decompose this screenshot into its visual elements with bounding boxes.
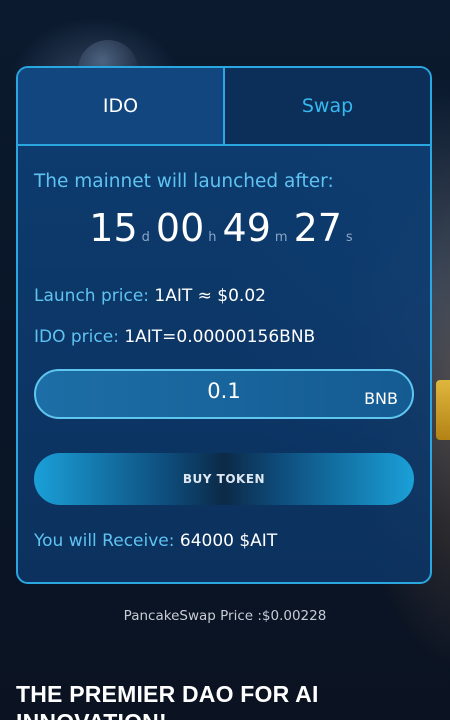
page: IDO Swap The mainnet will launched after… — [0, 0, 450, 720]
countdown-timer: 15 d 00 h 49 m 27 s — [34, 206, 414, 260]
page-headline: THE PREMIER DAO FOR AI INNOVATION! — [16, 681, 319, 720]
countdown-seconds: 27 — [293, 206, 342, 250]
currency-label: BNB — [364, 389, 398, 408]
countdown-days: 15 — [89, 206, 138, 250]
edge-decoration — [436, 380, 450, 440]
countdown-days-unit: d — [141, 230, 150, 245]
launch-price-row: Launch price: 1AIT ≈ $0.02 — [34, 286, 414, 306]
countdown-hours-unit: h — [208, 230, 217, 245]
buy-token-button[interactable]: BUY TOKEN — [34, 453, 414, 505]
countdown-label: The mainnet will launched after: — [34, 171, 334, 192]
launch-price-value: 1AIT ≈ $0.02 — [154, 286, 266, 306]
amount-input[interactable] — [36, 371, 412, 417]
receive-value: 64000 $AIT — [179, 531, 278, 551]
pancakeswap-price: PancakeSwap Price :$0.00228 — [123, 608, 327, 624]
ido-price-value: 1AIT=0.00000156BNB — [124, 327, 316, 347]
countdown-hours: 00 — [155, 206, 205, 250]
launch-price-label: Launch price: — [34, 286, 149, 306]
countdown-minutes-unit: m — [274, 230, 288, 245]
countdown-minutes: 49 — [222, 206, 271, 250]
ido-price-row: IDO price: 1AIT=0.00000156BNB — [34, 327, 414, 347]
amount-field: BNB — [34, 369, 414, 419]
receive-row: You will Receive: 64000 $AIT — [34, 531, 414, 551]
tab-ido[interactable]: IDO — [18, 68, 225, 144]
countdown-seconds-unit: s — [345, 230, 353, 245]
receive-label: You will Receive: — [34, 531, 175, 551]
ido-card: IDO Swap The mainnet will launched after… — [16, 66, 432, 584]
tab-bar: IDO Swap — [18, 68, 430, 146]
card-body: The mainnet will launched after: 15 d 00… — [18, 171, 430, 551]
tab-swap[interactable]: Swap — [225, 68, 430, 144]
ido-price-label: IDO price: — [34, 327, 119, 347]
